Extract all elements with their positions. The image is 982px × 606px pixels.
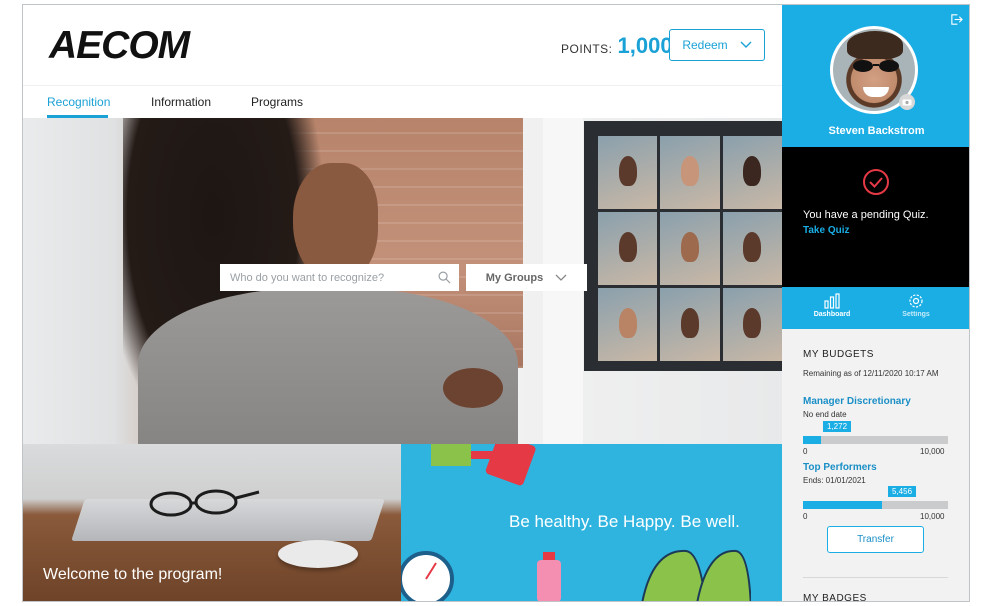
badges-title: MY BADGES bbox=[803, 593, 867, 602]
nav-item-programs[interactable]: Programs bbox=[251, 95, 303, 109]
budgets-remaining-date: Remaining as of 12/11/2020 10:17 AM bbox=[803, 369, 939, 378]
recognize-search-input[interactable] bbox=[228, 270, 432, 285]
main-content: AECOM POINTS: 1,000 Redeem Recognition I… bbox=[23, 5, 782, 601]
budget-end-date: No end date bbox=[803, 410, 847, 419]
tab-dashboard-label: Dashboard bbox=[813, 311, 851, 318]
video-tile bbox=[660, 136, 720, 209]
budget-min-label: 0 bbox=[803, 512, 808, 521]
chevron-down-icon bbox=[740, 41, 752, 48]
nav-item-recognition[interactable]: Recognition bbox=[47, 95, 110, 109]
take-quiz-link[interactable]: Take Quiz bbox=[803, 225, 850, 236]
budget-progress-bar bbox=[803, 436, 948, 444]
aecom-logo[interactable]: AECOM bbox=[49, 24, 190, 68]
app-frame: AECOM POINTS: 1,000 Redeem Recognition I… bbox=[22, 4, 970, 602]
tab-settings-label: Settings bbox=[902, 311, 930, 318]
recognize-search bbox=[220, 264, 459, 291]
video-tile bbox=[722, 136, 782, 209]
chevron-down-icon bbox=[555, 274, 567, 281]
hero-woman-hand bbox=[443, 368, 503, 408]
budget-value-badge: 5,456 bbox=[888, 486, 917, 497]
budget-progress-fill bbox=[803, 501, 883, 509]
budget-progress-bar bbox=[803, 501, 948, 509]
profile-name: Steven Backstrom bbox=[828, 125, 925, 137]
logout-icon[interactable] bbox=[950, 13, 963, 26]
redeem-label: Redeem bbox=[682, 38, 728, 52]
redeem-button[interactable]: Redeem bbox=[669, 29, 765, 61]
budget-progress-fill bbox=[803, 436, 822, 444]
dumbbell-image bbox=[431, 444, 536, 486]
video-tile bbox=[598, 288, 658, 361]
video-call-grid bbox=[598, 136, 782, 361]
budget-end-date: Ends: 01/01/2021 bbox=[803, 476, 866, 485]
transfer-button[interactable]: Transfer bbox=[827, 526, 924, 553]
header: AECOM POINTS: 1,000 Redeem bbox=[23, 5, 782, 85]
budget-max-label: 10,000 bbox=[920, 512, 945, 521]
quiz-message: You have a pending Quiz. bbox=[803, 209, 929, 221]
welcome-tile[interactable]: Welcome to the program! bbox=[23, 444, 401, 601]
nav-item-information[interactable]: Information bbox=[151, 95, 211, 109]
video-tile bbox=[598, 212, 658, 285]
mouse-image bbox=[278, 540, 358, 568]
camera-icon[interactable] bbox=[899, 94, 915, 110]
hero-banner: My Groups bbox=[23, 118, 782, 444]
points-display: POINTS: 1,000 bbox=[561, 33, 673, 59]
tab-settings[interactable]: Settings bbox=[886, 293, 946, 318]
video-tile bbox=[722, 212, 782, 285]
budget-min-label: 0 bbox=[803, 447, 808, 456]
points-value: 1,000 bbox=[617, 33, 673, 58]
bar-chart-icon bbox=[824, 293, 840, 309]
avatar-smile bbox=[863, 87, 889, 97]
budget-max-label: 10,000 bbox=[920, 447, 945, 456]
quiz-panel: You have a pending Quiz. Take Quiz bbox=[782, 147, 969, 287]
gear-icon bbox=[909, 294, 923, 308]
budgets-panel: MY BUDGETS Remaining as of 12/11/2020 10… bbox=[782, 329, 969, 602]
my-groups-dropdown[interactable]: My Groups bbox=[466, 264, 587, 291]
search-icon[interactable] bbox=[438, 271, 451, 284]
video-tile bbox=[598, 136, 658, 209]
check-circle-icon bbox=[863, 169, 889, 195]
budget-value-badge: 1,272 bbox=[823, 421, 852, 432]
sidebar: Steven Backstrom You have a pending Quiz… bbox=[782, 5, 969, 602]
budgets-title: MY BUDGETS bbox=[803, 349, 874, 360]
divider bbox=[803, 577, 948, 578]
welcome-tile-title: Welcome to the program! bbox=[43, 566, 223, 583]
points-label: POINTS: bbox=[561, 42, 613, 56]
avatar-hair bbox=[847, 31, 903, 59]
hero-woman-sweater bbox=[138, 288, 518, 444]
video-tile bbox=[722, 288, 782, 361]
health-tile[interactable]: Be healthy. Be Happy. Be well. bbox=[401, 444, 782, 601]
gauge-image bbox=[401, 551, 454, 601]
budget-name[interactable]: Top Performers bbox=[803, 462, 877, 473]
my-groups-label: My Groups bbox=[485, 271, 544, 284]
budget-name[interactable]: Manager Discretionary bbox=[803, 396, 911, 407]
health-tile-title: Be healthy. Be Happy. Be well. bbox=[509, 512, 740, 531]
video-tile bbox=[660, 212, 720, 285]
sidebar-tabs: Dashboard Settings bbox=[782, 287, 969, 329]
bottle-image bbox=[537, 552, 561, 601]
tab-dashboard[interactable]: Dashboard bbox=[802, 293, 862, 318]
sunglasses-image bbox=[853, 60, 899, 72]
sneaker-image bbox=[641, 549, 751, 601]
main-nav: Recognition Information Programs bbox=[23, 85, 782, 119]
glasses-image bbox=[149, 489, 260, 517]
profile-panel: Steven Backstrom bbox=[782, 5, 969, 147]
video-tile bbox=[660, 288, 720, 361]
